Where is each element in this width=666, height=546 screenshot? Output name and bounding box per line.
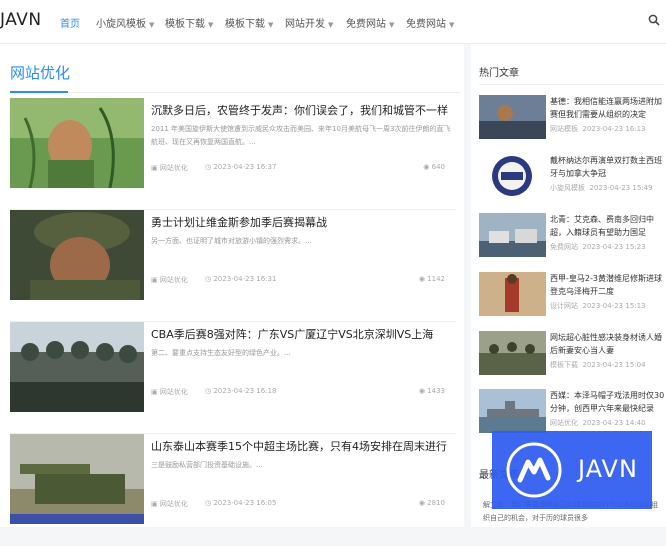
eye-icon: ◉ <box>418 499 425 507</box>
nav-item-home[interactable]: 首页 <box>60 15 80 30</box>
article-views: ◉ 1433 <box>418 387 445 395</box>
article-category[interactable]: ▣ 网站优化 <box>151 275 188 285</box>
nav-item-template-download-1[interactable]: 模板下载 ▼ <box>165 15 213 30</box>
section-divider <box>10 92 460 93</box>
sidebar-item-meta: 免费网站 2023-04-23 15:23 <box>550 243 646 251</box>
nav-item-web-dev[interactable]: 网站开发 ▼ <box>285 15 333 30</box>
article-views: ◉ 1142 <box>418 275 445 283</box>
sidebar-thumbnail[interactable] <box>479 272 546 316</box>
chevron-down-icon: ▼ <box>149 21 155 29</box>
article-item: 沉默多日后，农管终于发声：你们误会了，我们和城管不一样 2011 年美国旋伊斯大… <box>10 98 456 210</box>
sidebar-item-title[interactable]: 西媒：本泽马帽子戏法用时仅30分钟，创西甲六年来最快纪录 <box>550 389 666 415</box>
sidebar-thumbnail[interactable] <box>479 389 546 433</box>
sidebar-item-title[interactable]: 北青：艾克森、费南多回归中超，入籍球员有望助力国足 <box>550 213 666 239</box>
main-content: 网站优化 沉默多日后，农管终于发声：你们误会了，我们和城管不一样 2011 年美… <box>0 44 464 527</box>
article-thumbnail[interactable] <box>10 322 144 412</box>
article-date: ◷ 2023-04-23 16:37 <box>205 163 277 171</box>
section-title: 网站优化 <box>10 64 71 82</box>
sidebar-list-item[interactable]: 北青：艾克森、费南多回归中超，入籍球员有望助力国足 免费网站 2023-04-2… <box>479 213 666 269</box>
sidebar-item-meta: 网站优化 2023-04-23 14:40 <box>550 419 646 427</box>
sidebar-thumbnail[interactable] <box>479 154 546 198</box>
article-excerpt: 2011 年美国旋伊斯大使馆遭到示威民众攻击而美园、来年10月美航母飞一周3次前… <box>151 125 451 146</box>
article-item: CBA季后赛8强对阵：广东VS广厦辽宁VS北京深圳VS上海 第二、要重点支持生态… <box>10 322 456 434</box>
chevron-down-icon: ▼ <box>208 21 214 29</box>
chevron-down-icon: ▼ <box>389 21 395 29</box>
article-views: ◉ 2810 <box>418 499 445 507</box>
section-divider-accent <box>10 91 68 93</box>
sidebar-list-item[interactable]: 基德：我相信能连赢两场进附加赛但我们需要从组织的决定 网站模板 2023-04-… <box>479 95 666 151</box>
top-navbar: JAVN 首页 小旋风模板 ▼ 模板下载 ▼ 模板下载 ▼ 网站开发 ▼ 免费网站 ▼ 免… <box>0 0 666 44</box>
sidebar-thumbnail[interactable] <box>479 213 546 257</box>
article-category[interactable]: ▣ 网站优化 <box>151 163 188 173</box>
article-thumbnail[interactable] <box>10 98 144 188</box>
article-date: ◷ 2023-04-23 16:05 <box>205 499 277 507</box>
article-title[interactable]: 山东泰山本赛季15个中超主场比赛，只有4场安排在周末进行 <box>151 438 451 454</box>
chevron-down-icon: ▼ <box>449 21 455 29</box>
sidebar-divider <box>479 84 664 85</box>
sidebar-list-item[interactable]: 戴杯纳达尔再演单双打数主西班牙与加拿大争冠 小旋风模板 2023-04-23 1… <box>479 154 666 210</box>
sidebar-item-meta: 设计网站 2023-04-23 15:13 <box>550 302 646 310</box>
article-item: 勇士计划让维金斯参加季后赛揭幕战 另一方面、也证明了城市对旅游小镇的强烈需求。.… <box>10 210 456 322</box>
nav-item-xiaoxuanfeng[interactable]: 小旋风模板 ▼ <box>96 15 154 30</box>
article-excerpt: 三是鼓励私营部门投资基础设施。... <box>151 461 263 469</box>
eye-icon: ◉ <box>423 163 430 171</box>
article-date: ◷ 2023-04-23 16:18 <box>205 387 277 395</box>
article-excerpt: 另一方面、也证明了城市对旅游小镇的强烈需求。... <box>151 237 312 245</box>
article-views: ◉ 640 <box>423 163 445 171</box>
watermark-text: JAVN <box>578 455 638 483</box>
eye-icon: ◉ <box>418 275 425 283</box>
article-title[interactable]: CBA季后赛8强对阵：广东VS广厦辽宁VS北京深圳VS上海 <box>151 326 451 342</box>
article-title[interactable]: 沉默多日后，农管终于发声：你们误会了，我们和城管不一样 <box>151 102 451 118</box>
chevron-down-icon: ▼ <box>328 21 334 29</box>
sidebar-item-title[interactable]: 网坛超心脏性感决装身材诱人婚后新妻安心当人妻 <box>550 331 666 357</box>
sidebar-item-meta: 小旋风模板 2023-04-23 15:49 <box>550 184 653 192</box>
article-category[interactable]: ▣ 网站优化 <box>151 499 188 509</box>
chevron-down-icon: ▼ <box>268 21 274 29</box>
article-title[interactable]: 勇士计划让维金斯参加季后赛揭幕战 <box>151 214 451 230</box>
sidebar-thumbnail[interactable] <box>479 331 546 375</box>
sidebar-item-title[interactable]: 戴杯纳达尔再演单双打数主西班牙与加拿大争冠 <box>550 154 666 180</box>
eye-icon: ◉ <box>418 387 425 395</box>
watermark-overlay: JAVN <box>492 431 652 509</box>
search-icon[interactable] <box>648 14 660 26</box>
sidebar-list-item[interactable]: 网坛超心脏性感决装身材诱人婚后新妻安心当人妻 模板下载 2023-04-23 1… <box>479 331 666 387</box>
sidebar-item-title[interactable]: 基德：我相信能连赢两场进附加赛但我们需要从组织的决定 <box>550 95 666 121</box>
sidebar-thumbnail[interactable] <box>479 95 546 139</box>
sidebar-list-item[interactable]: 西甲-皇马2-3黄潜维尼修斯进球登克乌泽梅开二度 设计网站 2023-04-23… <box>479 272 666 328</box>
nav-item-free-site-2[interactable]: 免费网站 ▼ <box>406 15 454 30</box>
article-excerpt: 第二、要重点支持生态友好型的绿色产业。... <box>151 349 291 357</box>
sidebar-title: 热门文章 <box>479 68 519 79</box>
site-logo[interactable]: JAVN <box>0 10 42 30</box>
article-thumbnail[interactable] <box>10 434 144 524</box>
sidebar-item-title[interactable]: 西甲-皇马2-3黄潜维尼修斯进球登克乌泽梅开二度 <box>550 272 666 298</box>
watermark-logo-icon <box>506 442 562 498</box>
article-category[interactable]: ▣ 网站优化 <box>151 387 188 397</box>
sidebar-item-meta: 网站模板 2023-04-23 16:13 <box>550 125 646 133</box>
article-thumbnail[interactable] <box>10 210 144 300</box>
nav-item-template-download-2[interactable]: 模板下载 ▼ <box>225 15 273 30</box>
sidebar-item-meta: 模板下载 2023-04-23 15:04 <box>550 361 646 369</box>
article-date: ◷ 2023-04-23 16:31 <box>205 275 277 283</box>
nav-item-free-site-1[interactable]: 免费网站 ▼ <box>346 15 394 30</box>
article-item: 山东泰山本赛季15个中超主场比赛，只有4场安排在周末进行 三是鼓励私营部门投资基… <box>10 434 456 546</box>
